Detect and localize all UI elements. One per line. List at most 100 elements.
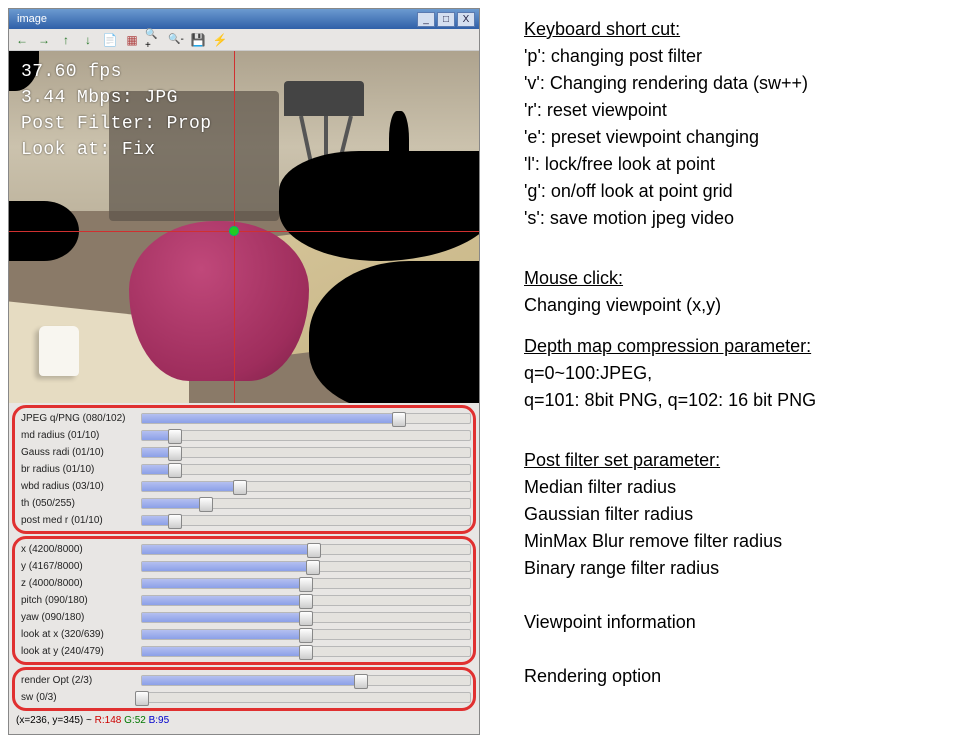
viewpoint-sliders-group: x (4200/8000)y (4167/8000)z (4000/8000)p… (12, 536, 476, 665)
slider-thumb[interactable] (168, 429, 182, 444)
slider-md-radius: md radius (01/10) (17, 427, 471, 443)
slider-track[interactable] (141, 413, 471, 424)
slider-label: br radius (01/10) (17, 464, 141, 475)
depth-header: Depth map compression parameter: (524, 333, 948, 360)
postfilter-header: Post filter set parameter: (524, 447, 948, 474)
slider-thumb[interactable] (392, 412, 406, 427)
slider-z: z (4000/8000) (17, 575, 471, 591)
slider-label: post med r (01/10) (17, 515, 141, 526)
slider-thumb[interactable] (299, 577, 313, 592)
arrow-down-icon[interactable]: ↓ (79, 31, 97, 49)
image-window: image _ □ X ← → ↑ ↓ 📄 ▦ 🔍+ 🔍- 💾 ⚡ (8, 8, 480, 735)
slider-thumb[interactable] (299, 611, 313, 626)
viewport[interactable]: 37.60 fps 3.44 Mbps: JPG Post Filter: Pr… (9, 51, 479, 403)
slider-thumb[interactable] (299, 645, 313, 660)
slider-track[interactable] (141, 447, 471, 458)
slider-look-at-y: look at y (240/479) (17, 643, 471, 659)
close-button[interactable]: X (457, 12, 475, 27)
arrow-right-icon[interactable]: → (35, 31, 53, 49)
postfilter-item: MinMax Blur remove filter radius (524, 528, 948, 555)
titlebar[interactable]: image _ □ X (9, 9, 479, 29)
slider-label: pitch (090/180) (17, 595, 141, 606)
postfilter-item: Binary range filter radius (524, 555, 948, 582)
viewpoint-label: Viewpoint information (524, 609, 948, 636)
slider-track[interactable] (141, 578, 471, 589)
slider-track[interactable] (141, 595, 471, 606)
maximize-button[interactable]: □ (437, 12, 455, 27)
slider-track[interactable] (141, 629, 471, 640)
slider-br-radius: br radius (01/10) (17, 461, 471, 477)
slider-label: x (4200/8000) (17, 544, 141, 555)
slider-thumb[interactable] (354, 674, 368, 689)
slider-thumb[interactable] (233, 480, 247, 495)
slider-track[interactable] (141, 498, 471, 509)
slider-panel: JPEG q/PNG (080/102) md radius (01/10) Gau… (9, 403, 479, 734)
slider-yaw: yaw (090/180) (17, 609, 471, 625)
slider-label: sw (0/3) (17, 692, 141, 703)
slider-track[interactable] (141, 544, 471, 555)
shortcut-line: 's': save motion jpeg video (524, 205, 948, 232)
shortcut-line: 'g': on/off look at point grid (524, 178, 948, 205)
slider-label: JPEG q/PNG (080/102) (17, 413, 141, 424)
slider-thumb[interactable] (168, 514, 182, 529)
slider-track[interactable] (141, 515, 471, 526)
slider-track[interactable] (141, 430, 471, 441)
slider-track[interactable] (141, 692, 471, 703)
slider-thumb[interactable] (306, 560, 320, 575)
explanation-panel: Keyboard short cut: 'p': changing post f… (500, 0, 960, 720)
slider-track[interactable] (141, 464, 471, 475)
slider-JPEG-q/PNG: JPEG q/PNG (080/102) (17, 410, 471, 426)
postfilter-item: Median filter radius (524, 474, 948, 501)
slider-sw: sw (0/3) (17, 689, 471, 705)
overlay-text: 37.60 fps 3.44 Mbps: JPG Post Filter: Pr… (21, 59, 211, 163)
arrow-up-icon[interactable]: ↑ (57, 31, 75, 49)
shortcut-line: 'v': Changing rendering data (sw++) (524, 70, 948, 97)
slider-track[interactable] (141, 481, 471, 492)
filter-sliders-group: JPEG q/PNG (080/102) md radius (01/10) Gau… (12, 405, 476, 534)
zoom-out-icon[interactable]: 🔍- (167, 31, 185, 49)
slider-x: x (4200/8000) (17, 541, 471, 557)
slider-thumb[interactable] (307, 543, 321, 558)
arrow-left-icon[interactable]: ← (13, 31, 31, 49)
slider-thumb[interactable] (168, 446, 182, 461)
slider-thumb[interactable] (299, 594, 313, 609)
slider-thumb[interactable] (168, 463, 182, 478)
slider-wbd-radius: wbd radius (03/10) (17, 478, 471, 494)
slider-track[interactable] (141, 646, 471, 657)
postfilter-item: Gaussian filter radius (524, 501, 948, 528)
save-icon[interactable]: 💾 (189, 31, 207, 49)
shortcut-line: 'r': reset viewpoint (524, 97, 948, 124)
crosshair-h (9, 231, 479, 232)
slider-track[interactable] (141, 612, 471, 623)
slider-thumb[interactable] (299, 628, 313, 643)
slider-label: z (4000/8000) (17, 578, 141, 589)
slider-thumb[interactable] (135, 691, 149, 706)
slider-pitch: pitch (090/180) (17, 592, 471, 608)
shortcut-line: 'e': preset viewpoint changing (524, 124, 948, 151)
zoom-in-icon[interactable]: 🔍+ (145, 31, 163, 49)
mouse-header: Mouse click: (524, 265, 948, 292)
window-title: image (13, 13, 415, 25)
slider-label: md radius (01/10) (17, 430, 141, 441)
slider-track[interactable] (141, 675, 471, 686)
slider-label: Gauss radi (01/10) (17, 447, 141, 458)
slider-Gauss-radi: Gauss radi (01/10) (17, 444, 471, 460)
slider-post-med-r: post med r (01/10) (17, 512, 471, 528)
keyboard-header: Keyboard short cut: (524, 16, 948, 43)
minimize-button[interactable]: _ (417, 12, 435, 27)
slider-th: th (050/255) (17, 495, 471, 511)
shortcut-line: 'l': lock/free look at point (524, 151, 948, 178)
look-at-point[interactable] (229, 226, 239, 236)
slider-thumb[interactable] (199, 497, 213, 512)
shortcut-line: 'p': changing post filter (524, 43, 948, 70)
screenshot-icon[interactable]: ▦ (123, 31, 141, 49)
slider-track[interactable] (141, 561, 471, 572)
slider-render-Opt: render Opt (2/3) (17, 672, 471, 688)
flash-icon[interactable]: ⚡ (211, 31, 229, 49)
render-sliders-group: render Opt (2/3) sw (0/3) (12, 667, 476, 711)
file-icon[interactable]: 📄 (101, 31, 119, 49)
slider-label: wbd radius (03/10) (17, 481, 141, 492)
slider-label: th (050/255) (17, 498, 141, 509)
status-line: (x=236, y=345) ~ R:148 G:52 B:95 (12, 713, 476, 728)
slider-label: yaw (090/180) (17, 612, 141, 623)
